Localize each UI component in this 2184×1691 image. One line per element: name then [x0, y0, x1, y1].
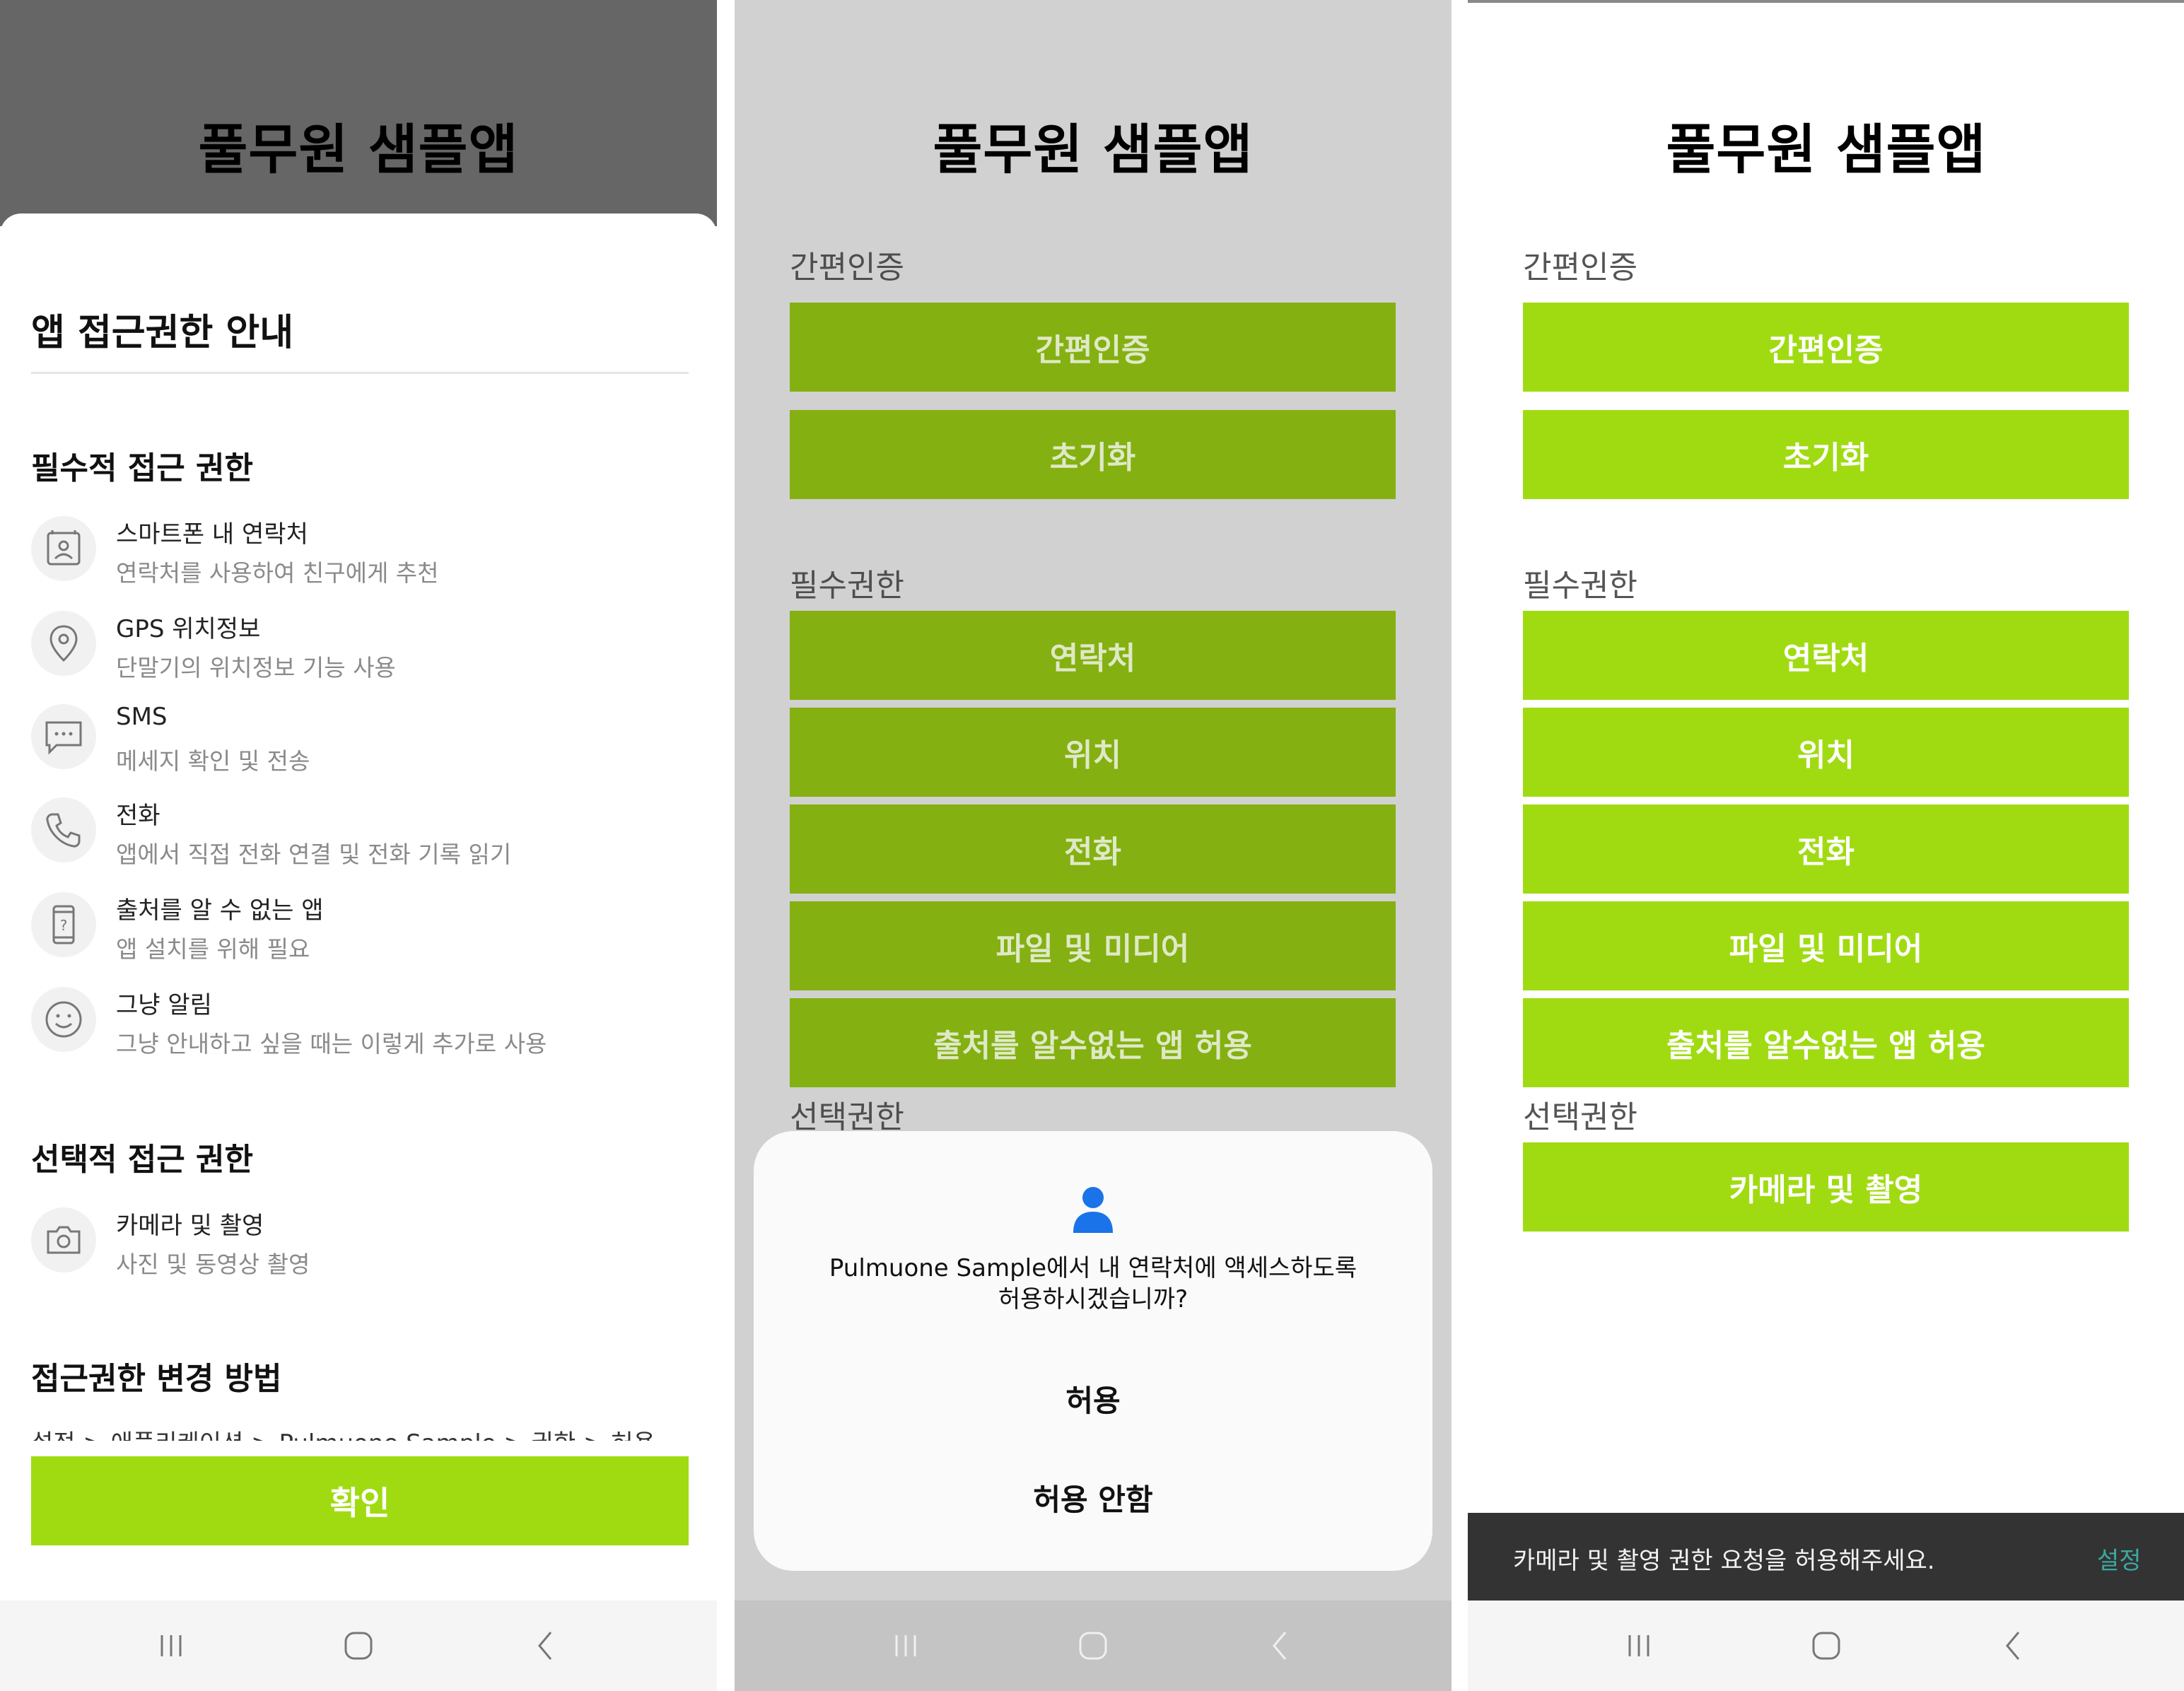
contacts-icon — [31, 516, 96, 581]
optional-section-heading: 선택적 접근 권한 — [31, 1142, 253, 1178]
perm-item-title: 전화 — [116, 802, 160, 830]
app-title: 풀무원 샘플앱 — [1666, 118, 1987, 181]
location-permission-button[interactable]: 위치 — [790, 708, 1396, 797]
permission-dialog: Pulmuone Sample에서 내 연락처에 액세스하도록 허용하시겠습니까… — [754, 1131, 1432, 1571]
system-nav-bar — [1468, 1601, 2184, 1691]
auth-section-label: 간편인증 — [1523, 250, 1637, 286]
simple-auth-button[interactable]: 간편인증 — [1523, 303, 2129, 392]
camera-permission-button[interactable]: 카메라 및 촬영 — [1523, 1142, 2129, 1231]
phone-permission-button[interactable]: 전화 — [790, 804, 1396, 894]
confirm-button[interactable]: 확인 — [31, 1456, 689, 1545]
optional-section-label: 선택권한 — [1523, 1099, 1637, 1135]
location-permission-button[interactable]: 위치 — [1523, 708, 2129, 797]
perm-item-desc: 앱에서 직접 전화 연결 및 전화 기록 읽기 — [116, 841, 512, 868]
perm-item-desc: 앱 설치를 위해 필요 — [116, 935, 310, 963]
permission-dialog-screen: 풀무원 샘플앱 간편인증 간편인증 초기화 필수권한 연락처 위치 전화 파일 … — [735, 0, 1452, 1691]
home-icon[interactable] — [1058, 1610, 1128, 1681]
dialog-message-question: 허용하시겠습니까? — [998, 1285, 1189, 1313]
app-title: 풀무원 샘플앱 — [198, 118, 519, 181]
perm-item-desc: 연락처를 사용하여 친구에게 추천 — [116, 559, 439, 587]
back-icon[interactable] — [510, 1610, 581, 1681]
dialog-message-text: 에서 내 연락처에 액세스하도록 — [1046, 1254, 1357, 1282]
required-section-heading: 필수적 접근 권한 — [31, 450, 253, 486]
perm-item-desc: 그냥 안내하고 싶을 때는 이렇게 추가로 사용 — [116, 1030, 547, 1058]
reset-button[interactable]: 초기화 — [1523, 410, 2129, 499]
back-icon[interactable] — [1245, 1610, 1316, 1681]
perm-item-desc: 단말기의 위치정보 기능 사용 — [116, 654, 396, 681]
sheet-title: 앱 접근권한 안내 — [31, 312, 294, 354]
snackbar-settings-button[interactable]: 설정 — [2097, 1541, 2142, 1576]
camera-icon — [31, 1207, 96, 1272]
person-icon — [1072, 1185, 1114, 1234]
location-pin-icon — [31, 611, 96, 676]
perm-item-title: 그냥 알림 — [116, 991, 212, 1019]
perm-item-title: SMS — [116, 703, 168, 731]
snackbar-message: 카메라 및 촬영 권한 요청을 허용해주세요. — [1513, 1547, 1935, 1575]
dialog-message: Pulmuone Sample에서 내 연락처에 액세스하도록 허용하시겠습니까… — [796, 1253, 1390, 1315]
auth-section-label: 간편인증 — [790, 250, 904, 286]
home-icon[interactable] — [1791, 1610, 1862, 1681]
main-screen-with-snackbar: 풀무원 샘플앱 간편인증 간편인증 초기화 필수권한 연락처 위치 전화 파일 … — [1468, 0, 2184, 1691]
perm-item-desc: 메세지 확인 및 전송 — [116, 747, 310, 775]
simple-auth-button[interactable]: 간편인증 — [790, 303, 1396, 392]
unknown-apps-permission-button[interactable]: 출처를 알수없는 앱 허용 — [1523, 998, 2129, 1087]
perm-item-title: 출처를 알 수 없는 앱 — [116, 896, 324, 925]
reset-button[interactable]: 초기화 — [790, 410, 1396, 499]
recent-apps-icon[interactable] — [870, 1610, 941, 1681]
change-method-heading: 접근권한 변경 방법 — [31, 1361, 282, 1397]
snackbar: 카메라 및 촬영 권한 요청을 허용해주세요. 설정 — [1468, 1513, 2184, 1602]
system-nav-bar — [735, 1601, 1452, 1691]
settings-path-text: 설정 > 애플리케이션 > Pulmuone Sample > 권한 > 허용 — [31, 1422, 689, 1441]
perm-item-title: GPS 위치정보 — [116, 615, 261, 643]
dialog-app-name: Pulmuone Sample — [829, 1254, 1047, 1282]
svg-text:?: ? — [60, 917, 68, 934]
allow-button[interactable]: 허용 — [754, 1377, 1432, 1420]
smiley-icon — [31, 987, 96, 1052]
required-section-label: 필수권한 — [790, 568, 904, 604]
phone-permission-button[interactable]: 전화 — [1523, 804, 2129, 894]
home-icon[interactable] — [323, 1610, 394, 1681]
phone-icon — [31, 797, 96, 862]
app-title: 풀무원 샘플앱 — [933, 118, 1254, 181]
perm-item-desc: 사진 및 동영상 촬영 — [116, 1251, 310, 1278]
recent-apps-icon[interactable] — [1604, 1610, 1674, 1681]
unknown-apps-permission-button[interactable]: 출처를 알수없는 앱 허용 — [790, 998, 1396, 1087]
perm-item-title: 스마트폰 내 연락처 — [116, 520, 308, 549]
contacts-permission-button[interactable]: 연락처 — [790, 611, 1396, 700]
optional-section-label: 선택권한 — [790, 1099, 904, 1135]
top-edge — [1468, 0, 2184, 3]
deny-button[interactable]: 허용 안함 — [754, 1476, 1432, 1519]
recent-apps-icon[interactable] — [136, 1610, 206, 1681]
sms-icon — [31, 704, 96, 769]
system-nav-bar — [0, 1601, 717, 1691]
files-media-permission-button[interactable]: 파일 및 미디어 — [790, 901, 1396, 990]
divider — [31, 372, 689, 374]
unknown-app-icon: ? — [31, 892, 96, 957]
back-icon[interactable] — [1978, 1610, 2049, 1681]
required-section-label: 필수권한 — [1523, 568, 1637, 604]
files-media-permission-button[interactable]: 파일 및 미디어 — [1523, 901, 2129, 990]
permission-guide-screen: 풀무원 샘플앱 앱 접근권한 안내 필수적 접근 권한 스마트폰 내 연락처 연… — [0, 0, 717, 1691]
contacts-permission-button[interactable]: 연락처 — [1523, 611, 2129, 700]
perm-item-title: 카메라 및 촬영 — [116, 1212, 264, 1240]
